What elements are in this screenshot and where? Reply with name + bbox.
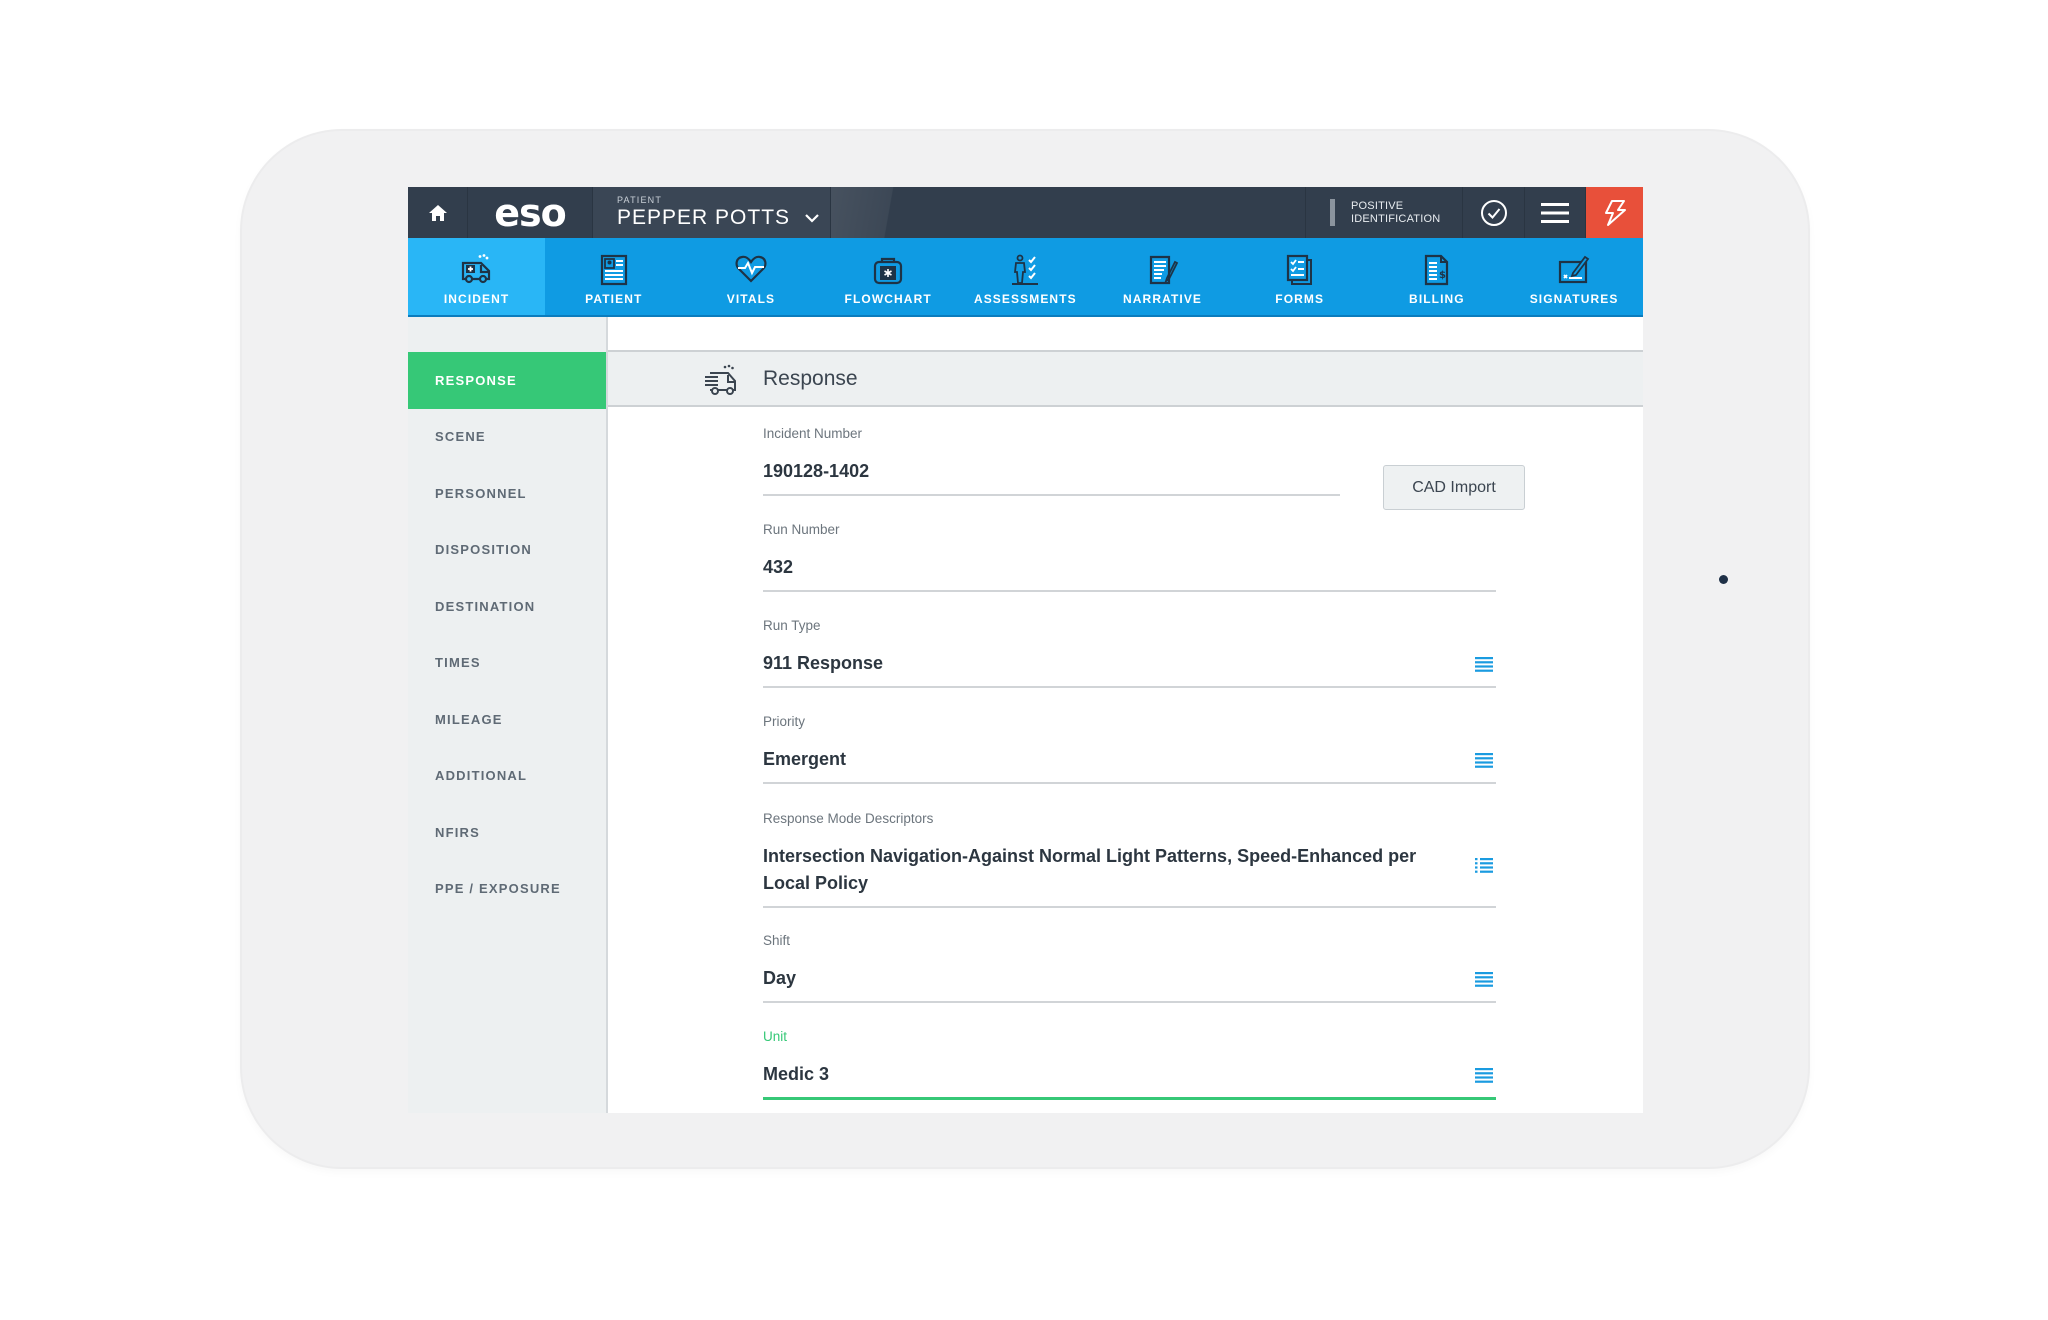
positive-id-label-line1: POSITIVE bbox=[1351, 199, 1404, 212]
sidebar-item-times[interactable]: TIMES bbox=[408, 635, 606, 692]
shift-underline bbox=[763, 1001, 1496, 1003]
medical-bag-icon bbox=[872, 254, 904, 290]
run-number-label: Run Number bbox=[763, 522, 840, 537]
incident-number-field[interactable]: Incident Number 190128-1402 bbox=[763, 426, 1340, 496]
response-mode-descriptors-field[interactable]: Response Mode Descriptors Intersection Na… bbox=[763, 811, 1496, 908]
tab-label: FORMS bbox=[1275, 292, 1325, 306]
response-mode-descriptors-value[interactable]: Intersection Navigation-Against Normal L… bbox=[763, 843, 1496, 897]
unit-value[interactable]: Medic 3 bbox=[763, 1061, 1496, 1088]
eso-logo: eso bbox=[468, 187, 593, 238]
section-title: Response bbox=[763, 366, 858, 390]
select-list-icon[interactable] bbox=[1475, 752, 1493, 773]
tab-patient[interactable]: PATIENT bbox=[545, 238, 682, 315]
cad-import-button[interactable]: CAD Import bbox=[1383, 465, 1525, 510]
run-type-field[interactable]: Run Type 911 Response bbox=[763, 618, 1496, 688]
response-mode-descriptors-underline bbox=[763, 906, 1496, 908]
signature-icon bbox=[1557, 254, 1591, 290]
patient-label: PATIENT bbox=[617, 195, 663, 205]
positive-id-label-line2: IDENTIFICATION bbox=[1351, 212, 1441, 225]
tab-assessments[interactable]: ASSESSMENTS bbox=[957, 238, 1094, 315]
run-number-value[interactable]: 432 bbox=[763, 554, 1496, 581]
document-pen-icon bbox=[1147, 254, 1179, 290]
tab-label: FLOWCHART bbox=[844, 292, 932, 306]
tab-label: SIGNATURES bbox=[1529, 292, 1619, 306]
run-type-underline bbox=[763, 686, 1496, 688]
tab-flowchart[interactable]: FLOWCHART bbox=[820, 238, 957, 315]
menu-button[interactable] bbox=[1525, 187, 1586, 238]
billing-document-icon: $ bbox=[1422, 254, 1452, 290]
home-icon bbox=[428, 204, 447, 221]
sidebar-item-personnel[interactable]: PERSONNEL bbox=[408, 465, 606, 522]
sidebar-item-response[interactable]: RESPONSE bbox=[408, 352, 606, 409]
sidebar-item-scene[interactable]: SCENE bbox=[408, 409, 606, 466]
tab-forms[interactable]: FORMS bbox=[1231, 238, 1368, 315]
unit-label: Unit bbox=[763, 1029, 788, 1044]
patient-name: PEPPER POTTS bbox=[617, 206, 791, 229]
run-number-field[interactable]: Run Number 432 bbox=[763, 522, 1496, 592]
select-list-icon[interactable] bbox=[1475, 1067, 1493, 1088]
ambulance-response-icon bbox=[705, 364, 736, 395]
sidebar-item-additional[interactable]: ADDITIONAL bbox=[408, 748, 606, 805]
sidebar-item-mileage[interactable]: MILEAGE bbox=[408, 691, 606, 748]
section-sidebar: RESPONSE SCENE PERSONNEL DISPOSITION DESTINA… bbox=[408, 317, 608, 1113]
run-type-value[interactable]: 911 Response bbox=[763, 650, 1496, 677]
incident-number-value[interactable]: 190128-1402 bbox=[763, 458, 1340, 485]
positive-identification-toggle[interactable]: POSITIVE IDENTIFICATION bbox=[1305, 187, 1463, 238]
forms-checklist-icon bbox=[1284, 254, 1316, 290]
unit-underline bbox=[763, 1097, 1496, 1100]
sidebar-item-nfirs[interactable]: NFIRS bbox=[408, 804, 606, 861]
response-mode-descriptors-label: Response Mode Descriptors bbox=[763, 811, 934, 826]
tab-label: VITALS bbox=[726, 292, 776, 306]
priority-field[interactable]: Priority Emergent bbox=[763, 714, 1496, 784]
quick-action-button[interactable] bbox=[1586, 187, 1643, 238]
tab-label: ASSESSMENTS bbox=[973, 292, 1077, 306]
select-list-icon[interactable] bbox=[1475, 656, 1493, 677]
tab-signatures[interactable]: SIGNATURES bbox=[1506, 238, 1643, 315]
svg-text:$: $ bbox=[1439, 270, 1446, 281]
shift-value[interactable]: Day bbox=[763, 965, 1496, 992]
tab-incident[interactable]: INCIDENT bbox=[408, 238, 546, 315]
priority-underline bbox=[763, 782, 1496, 784]
ambulance-icon bbox=[460, 254, 494, 290]
unit-field[interactable]: Unit Medic 3 bbox=[763, 1029, 1496, 1100]
hamburger-menu-icon bbox=[1541, 202, 1569, 223]
positive-id-status-bar bbox=[1330, 199, 1335, 226]
tab-vitals[interactable]: VITALS bbox=[682, 238, 819, 315]
tablet-camera bbox=[1719, 575, 1728, 584]
incident-number-underline bbox=[763, 494, 1340, 496]
body-checklist-icon bbox=[1009, 254, 1041, 290]
validate-button[interactable] bbox=[1463, 187, 1525, 238]
eso-app: eso PATIENT PEPPER POTTS POSITIVE IDENTI… bbox=[408, 187, 1643, 1113]
patient-card-icon bbox=[599, 254, 629, 290]
select-list-icon[interactable] bbox=[1475, 971, 1493, 992]
tab-narrative[interactable]: NARRATIVE bbox=[1094, 238, 1231, 315]
tab-label: INCIDENT bbox=[443, 292, 510, 306]
tab-billing[interactable]: $ BILLING bbox=[1368, 238, 1505, 315]
sidebar-item-disposition[interactable]: DISPOSITION bbox=[408, 522, 606, 579]
tab-label: PATIENT bbox=[585, 292, 643, 306]
patient-selector[interactable]: PATIENT PEPPER POTTS bbox=[593, 187, 831, 238]
section-header: Response bbox=[608, 352, 1643, 407]
heart-pulse-icon bbox=[735, 254, 767, 290]
sidebar-item-destination[interactable]: DESTINATION bbox=[408, 578, 606, 635]
content-panel: Response Incident Number 190128-1402 Run N… bbox=[608, 317, 1643, 1113]
sidebar-item-ppe-exposure[interactable]: PPE / EXPOSURE bbox=[408, 861, 606, 918]
tab-label: NARRATIVE bbox=[1123, 292, 1203, 306]
home-button[interactable] bbox=[408, 187, 468, 238]
priority-value[interactable]: Emergent bbox=[763, 746, 1496, 773]
lightning-bolt-icon bbox=[1604, 199, 1626, 226]
shift-label: Shift bbox=[763, 933, 791, 948]
priority-label: Priority bbox=[763, 714, 806, 729]
main-nav: INCIDENT PATIENT VITALS FLOWCHART ASSESSMENT… bbox=[408, 238, 1643, 317]
tab-label: BILLING bbox=[1409, 292, 1465, 306]
shift-field[interactable]: Shift Day bbox=[763, 933, 1496, 1003]
run-number-underline bbox=[763, 590, 1496, 592]
incident-number-label: Incident Number bbox=[763, 426, 863, 441]
top-header: eso PATIENT PEPPER POTTS POSITIVE IDENTI… bbox=[408, 187, 1643, 238]
chevron-down-icon bbox=[805, 214, 819, 223]
run-type-label: Run Type bbox=[763, 618, 821, 633]
check-circle-icon bbox=[1480, 199, 1507, 226]
multi-select-list-icon[interactable] bbox=[1475, 857, 1493, 878]
